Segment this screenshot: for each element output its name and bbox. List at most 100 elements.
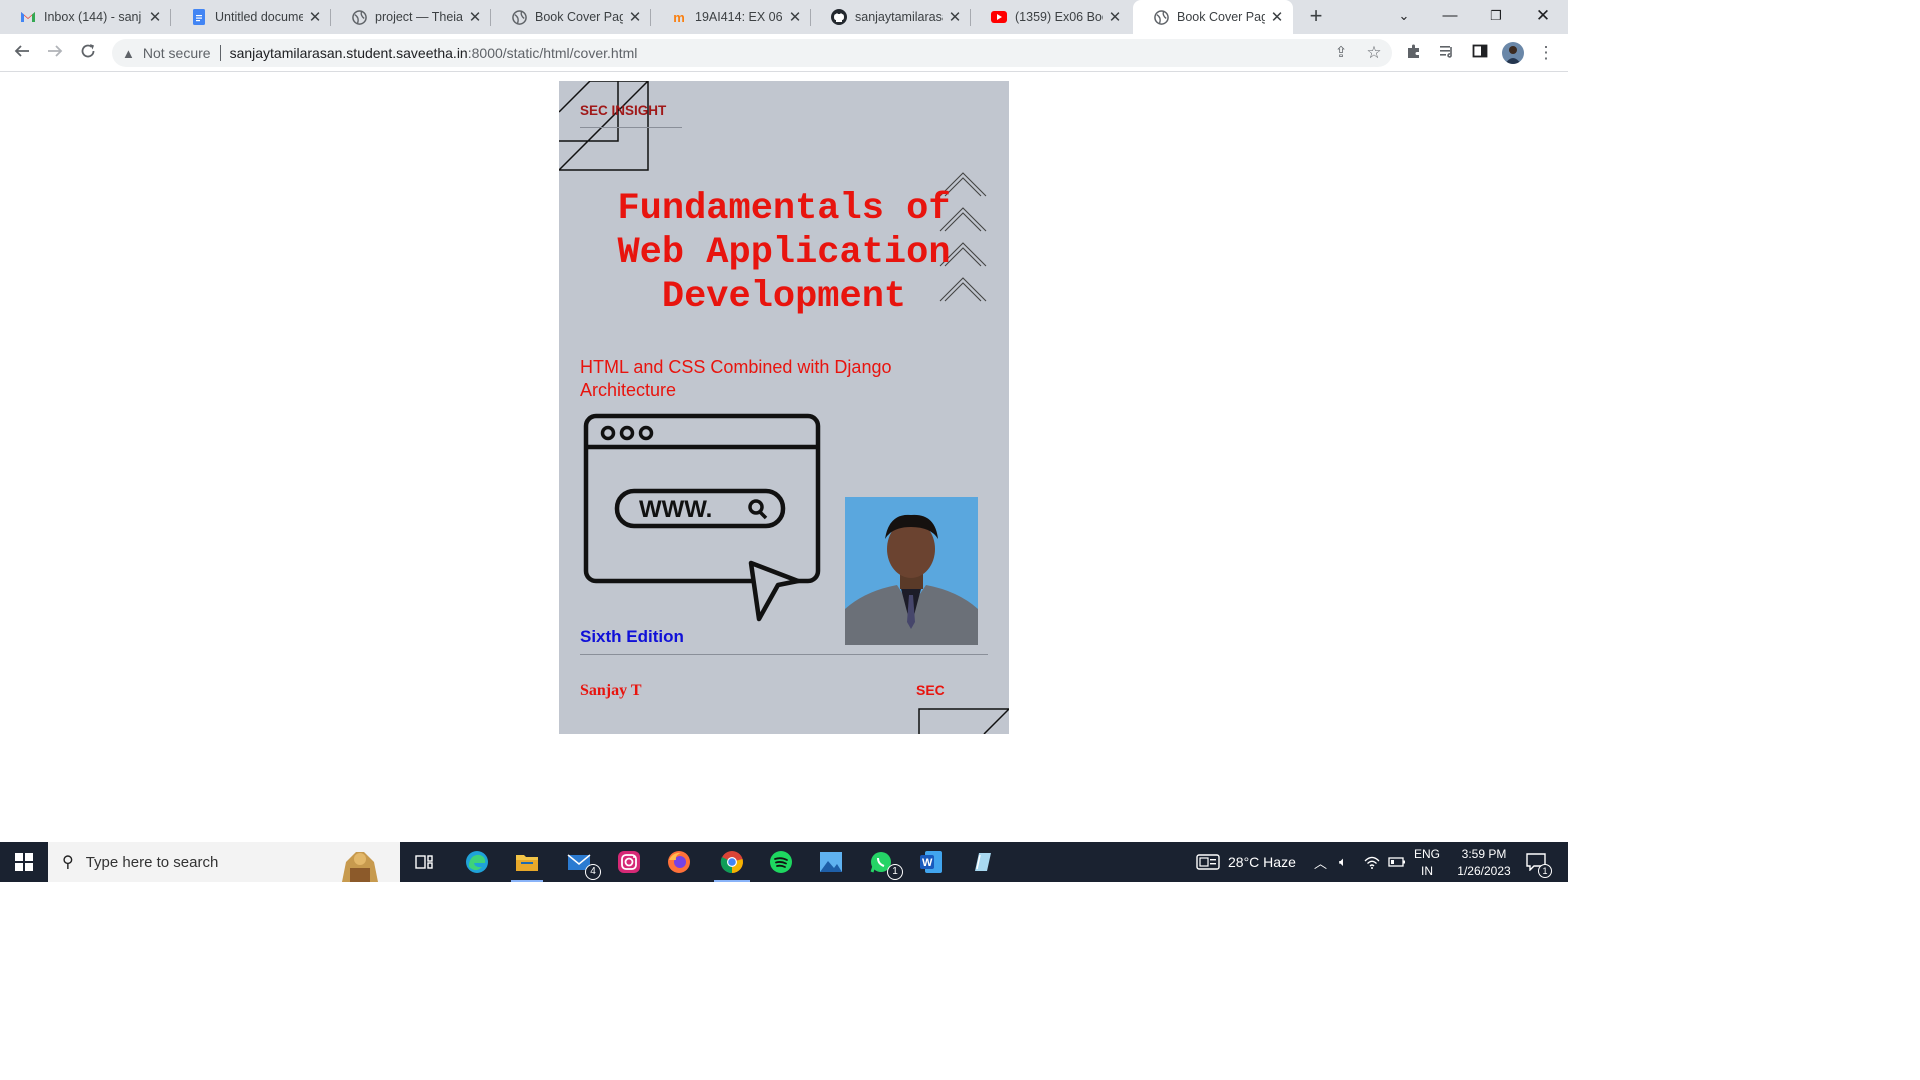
mail-icon[interactable]: 4 (563, 846, 601, 880)
forward-button[interactable] (43, 41, 67, 65)
url-host[interactable]: sanjaytamilarasan.student.saveetha.in (230, 45, 468, 61)
tab-title: Book Cover Page (535, 10, 623, 24)
browser-toolbar: ▲ Not secure sanjaytamilarasan.student.s… (0, 34, 1568, 72)
tab-title: (1359) Ex06 Book (1015, 10, 1103, 24)
close-icon[interactable]: ✕ (787, 8, 803, 26)
tab-search-chevron-icon[interactable]: ⌄ (1381, 0, 1427, 34)
youtube-icon (991, 9, 1007, 25)
mail-badge: 4 (585, 864, 601, 880)
moodle-icon: m (673, 9, 685, 25)
minimize-button[interactable]: — (1427, 0, 1473, 34)
instagram-icon[interactable] (613, 846, 645, 878)
active-indicator (714, 880, 750, 882)
active-indicator (511, 880, 543, 882)
extensions-puzzle-icon[interactable] (1404, 43, 1424, 63)
notification-center-icon[interactable]: 1 (1526, 842, 1552, 882)
windows-taskbar: ⚲ Type here to search 4 1 W 28°C Haze ︿ … (0, 842, 1568, 882)
close-icon[interactable]: ✕ (1269, 8, 1285, 26)
close-icon[interactable]: ✕ (467, 8, 483, 26)
search-icon: ⚲ (62, 854, 74, 871)
close-icon[interactable]: ✕ (307, 8, 323, 26)
lang-code: ENG (1413, 847, 1440, 861)
share-icon[interactable]: ⇪ (1331, 43, 1351, 63)
tab-docs[interactable]: Untitled documen ✕ (171, 0, 331, 34)
media-control-icon[interactable] (1437, 43, 1457, 63)
taskbar-search[interactable]: ⚲ Type here to search (48, 842, 400, 882)
task-view-icon[interactable] (408, 846, 440, 878)
divider (219, 45, 221, 61)
input-language[interactable]: ENG IN (1412, 846, 1442, 880)
back-arrow-icon (14, 45, 29, 57)
tab-github[interactable]: sanjaytamilarasan ✕ (811, 0, 971, 34)
photos-icon[interactable] (815, 846, 847, 878)
address-bar[interactable]: ▲ Not secure sanjaytamilarasan.student.s… (112, 39, 1392, 67)
forward-arrow-icon (48, 45, 63, 57)
close-window-button[interactable]: ✕ (1520, 0, 1566, 34)
corner-decoration (918, 708, 1009, 734)
close-icon[interactable]: ✕ (627, 8, 643, 26)
edition-label: Sixth Edition (580, 627, 684, 646)
tab-theia[interactable]: project — Theia M ✕ (331, 0, 491, 34)
security-label[interactable]: Not secure (143, 45, 211, 61)
warning-icon[interactable]: ▲ (122, 46, 135, 61)
weather-text: 28°C Haze (1228, 854, 1296, 870)
windows-logo-icon (15, 853, 33, 871)
back-button[interactable] (10, 41, 34, 65)
tab-title: 19AI414: EX 06: B (695, 10, 783, 24)
whatsapp-badge: 1 (887, 864, 903, 880)
globe-icon (351, 9, 367, 25)
network-icon[interactable] (1364, 842, 1380, 882)
system-clock[interactable]: 3:59 PM 1/26/2023 (1448, 846, 1520, 880)
spotify-icon[interactable] (765, 846, 797, 878)
notification-badge: 1 (1538, 864, 1552, 878)
close-icon[interactable]: ✕ (947, 8, 963, 26)
tab-gmail[interactable]: Inbox (144) - sanj ✕ (0, 0, 171, 34)
whatsapp-icon[interactable]: 1 (865, 846, 903, 880)
start-button[interactable] (0, 842, 48, 882)
bookmark-star-icon[interactable]: ☆ (1364, 43, 1384, 63)
brand-label: SEC INSIGHT (580, 103, 667, 118)
docs-icon (191, 9, 207, 25)
battery-icon[interactable] (1388, 842, 1406, 882)
reload-button[interactable] (76, 41, 100, 65)
search-highlight-icon (342, 852, 378, 882)
close-icon[interactable]: ✕ (147, 8, 163, 26)
book-title: Fundamentals of Web Application Developm… (587, 187, 981, 319)
tab-youtube[interactable]: (1359) Ex06 Book ✕ (971, 0, 1131, 34)
edge-icon[interactable] (461, 846, 493, 878)
weather-icon (1196, 854, 1220, 870)
profile-avatar[interactable] (1502, 42, 1524, 64)
region-code: IN (1421, 864, 1433, 878)
tab-title: Untitled documen (215, 10, 303, 24)
browser-window-illustration: WWW. (583, 413, 821, 622)
divider (580, 654, 988, 655)
tab-title: Inbox (144) - sanj (44, 10, 142, 24)
tab-book-cover-active[interactable]: Book Cover Page ✕ (1133, 0, 1293, 34)
url-path[interactable]: :8000/static/html/cover.html (468, 45, 638, 61)
notepad-icon[interactable] (966, 846, 998, 878)
tab-moodle[interactable]: m 19AI414: EX 06: B ✕ (651, 0, 811, 34)
file-explorer-icon[interactable] (511, 846, 543, 882)
side-panel-icon[interactable] (1470, 43, 1490, 63)
restore-button[interactable]: ❐ (1473, 0, 1519, 34)
title-line: Web Application (617, 232, 951, 274)
weather-widget[interactable]: 28°C Haze (1196, 842, 1296, 882)
chrome-icon[interactable] (714, 846, 750, 882)
volume-icon[interactable]: 🔈︎ (1339, 842, 1347, 882)
globe-icon (511, 9, 527, 25)
book-cover: SEC INSIGHT Fundamentals of Web Applicat… (559, 81, 1009, 734)
tab-book-cover-1[interactable]: Book Cover Page ✕ (491, 0, 651, 34)
word-icon[interactable]: W (915, 846, 947, 878)
title-line: Development (661, 276, 907, 318)
more-menu-icon[interactable]: ⋮ (1536, 43, 1556, 63)
firefox-icon[interactable] (663, 846, 695, 878)
reload-icon (81, 44, 95, 58)
clock-time: 3:59 PM (1461, 847, 1507, 861)
title-line: Fundamentals of (617, 188, 951, 230)
new-tab-button[interactable]: + (1304, 5, 1328, 29)
github-icon (831, 9, 847, 25)
author-name: Sanjay T (580, 682, 642, 699)
show-hidden-icons-chevron-icon[interactable]: ︿ (1314, 842, 1327, 882)
close-icon[interactable]: ✕ (1107, 8, 1123, 26)
svg-text:W: W (922, 857, 933, 869)
